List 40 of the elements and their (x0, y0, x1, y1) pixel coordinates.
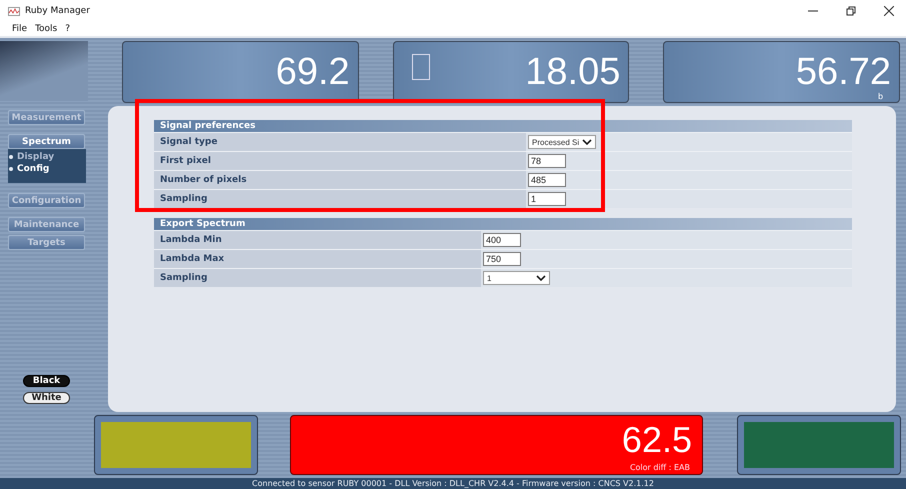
chevron-down-icon (582, 139, 592, 145)
difference-caption: Color diff : EAB (630, 463, 690, 472)
menu-item[interactable]: File (12, 24, 28, 34)
field-label: Sampling (154, 190, 526, 208)
menu-item[interactable]: ? (65, 24, 70, 34)
submenu-item[interactable]: Display (17, 151, 54, 163)
bullet-icon (9, 155, 13, 159)
readout-value: 56.72 (796, 53, 892, 91)
background-button[interactable]: White (23, 392, 70, 404)
field-label: Number of pixels (154, 171, 526, 189)
section-header: Signal preferences (154, 120, 852, 132)
readout-value: 69.2 (276, 53, 350, 91)
submenu-item[interactable]: Config (17, 163, 50, 175)
app-icon (8, 6, 20, 16)
field-label: First pixel (154, 152, 526, 170)
restore-icon[interactable] (846, 6, 856, 16)
color-swatch-icon (412, 54, 430, 80)
field-label: Sampling (154, 269, 481, 287)
input-field[interactable]: 78 (528, 154, 566, 168)
field-label: Lambda Min (154, 231, 481, 249)
window-title: Ruby Manager (25, 6, 90, 16)
chevron-down-icon (536, 275, 546, 281)
field-label: Signal type (154, 133, 526, 151)
section-header: Export Spectrum (154, 218, 852, 230)
dropdown[interactable]: 1 (483, 271, 550, 285)
bullet-icon (9, 167, 13, 171)
background-button[interactable]: Black (23, 375, 70, 387)
input-field[interactable]: 750 (483, 252, 521, 266)
input-field[interactable]: 485 (528, 173, 566, 187)
close-icon[interactable] (884, 6, 894, 16)
readout-value: 18.05 (525, 53, 620, 91)
input-field[interactable]: 1 (528, 192, 566, 206)
field-label: Lambda Max (154, 250, 481, 268)
menu-item[interactable]: Tools (35, 24, 58, 34)
readout-caption: b (878, 92, 884, 101)
dropdown[interactable]: Processed Si (528, 135, 596, 149)
nav-button[interactable]: Spectrum (8, 134, 85, 149)
input-field[interactable]: 400 (483, 233, 521, 247)
difference-value: 62.5 (622, 422, 692, 458)
status-bar: Connected to sensor RUBY 00001 - DLL Version : DLL_CHR V2.4.4 - Firmware version : CNCS V2.1.12 (0, 478, 906, 489)
